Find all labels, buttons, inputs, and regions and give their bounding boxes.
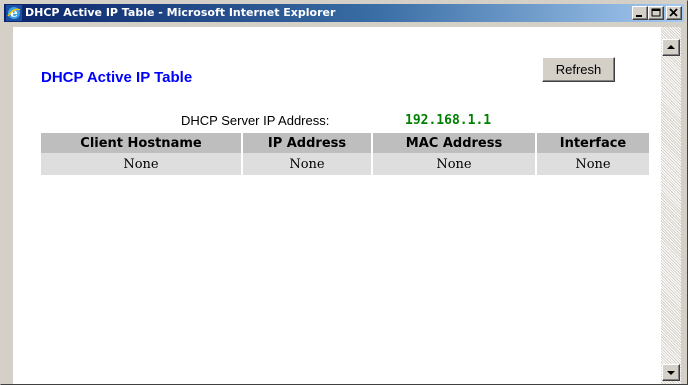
maximize-button[interactable] [648,6,664,20]
cell-mac-address: None [373,153,535,175]
table-row: None None None None [41,153,649,175]
title-bar[interactable]: e DHCP Active IP Table - Microsoft Inter… [4,4,684,22]
column-header-mac-address: MAC Address [373,133,535,153]
server-ip-label: DHCP Server IP Address: [181,113,330,128]
server-ip-value: 192.168.1.1 [405,113,492,128]
scroll-down-button[interactable] [662,364,680,381]
svg-text:e: e [10,6,18,20]
page-title: DHCP Active IP Table [41,69,193,86]
dhcp-active-ip-table: Client Hostname IP Address MAC Address I… [39,133,651,175]
browser-window: e DHCP Active IP Table - Microsoft Inter… [0,0,688,385]
refresh-button[interactable]: Refresh [542,57,615,82]
column-header-ip-address: IP Address [243,133,371,153]
column-header-interface: Interface [537,133,649,153]
column-header-client-hostname: Client Hostname [41,133,241,153]
vertical-scrollbar[interactable] [661,27,681,384]
ie-icon: e [6,5,22,21]
close-button[interactable] [666,6,682,20]
scroll-up-button[interactable] [662,39,680,56]
table-header-row: Client Hostname IP Address MAC Address I… [41,133,649,153]
minimize-button[interactable] [632,6,648,20]
window-title: DHCP Active IP Table - Microsoft Interne… [25,6,336,19]
cell-client-hostname: None [41,153,241,175]
cell-interface: None [537,153,649,175]
cell-ip-address: None [243,153,371,175]
